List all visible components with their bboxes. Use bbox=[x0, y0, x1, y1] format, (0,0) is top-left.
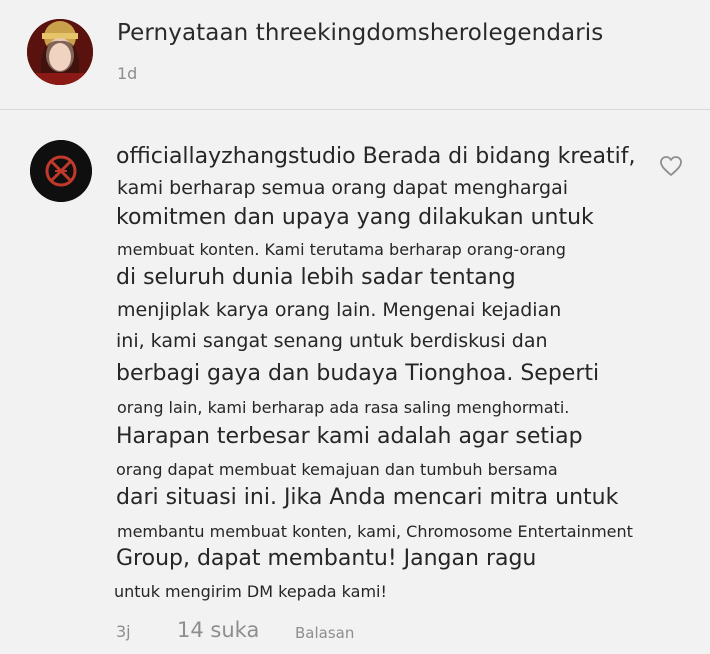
caption-header[interactable]: Pernyataan threekingdomsherolegendaris bbox=[117, 20, 603, 46]
like-count[interactable]: 14 suka bbox=[177, 618, 259, 642]
comment-line: Harapan terbesar kami adalah agar setiap bbox=[116, 424, 583, 449]
commenter-avatar[interactable] bbox=[30, 140, 92, 202]
comment-line: untuk mengirim DM kepada kami! bbox=[114, 582, 387, 601]
divider bbox=[0, 109, 710, 110]
comment-line: membuat konten. Kami terutama berharap o… bbox=[117, 240, 566, 259]
heart-outline-icon[interactable] bbox=[659, 155, 683, 177]
comment-line: orang dapat membuat kemajuan dan tumbuh … bbox=[116, 460, 558, 479]
comment-line: kami berharap semua orang dapat mengharg… bbox=[117, 177, 568, 199]
avatar[interactable] bbox=[27, 19, 93, 85]
post-header: Pernyataan threekingdomsherolegendaris 1… bbox=[0, 0, 710, 110]
comment-line: Group, dapat membantu! Jangan ragu bbox=[116, 546, 537, 571]
comment-line: komitmen dan upaya yang dilakukan untuk bbox=[116, 205, 594, 230]
comment-timestamp: 3j bbox=[116, 622, 131, 641]
comment-line: officiallayzhangstudio Berada di bidang … bbox=[116, 144, 636, 169]
avatar-portrait-icon bbox=[27, 19, 93, 85]
comment-line: menjiplak karya orang lain. Mengenai kej… bbox=[117, 299, 562, 321]
comment-line: berbagi gaya dan budaya Tionghoa. Sepert… bbox=[116, 361, 600, 386]
reply-button[interactable]: Balasan bbox=[295, 624, 354, 642]
comment-line: dari situasi ini. Jika Anda mencari mitr… bbox=[116, 485, 619, 510]
post-timestamp: 1d bbox=[117, 64, 138, 83]
comment-line: di seluruh dunia lebih sadar tentang bbox=[116, 265, 516, 290]
comment-line: ini, kami sangat senang untuk berdiskusi… bbox=[116, 330, 548, 352]
studio-logo-icon bbox=[30, 140, 92, 202]
comment-line: orang lain, kami berharap ada rasa salin… bbox=[117, 398, 570, 417]
comment-line: membantu membuat konten, kami, Chromosom… bbox=[117, 522, 633, 541]
